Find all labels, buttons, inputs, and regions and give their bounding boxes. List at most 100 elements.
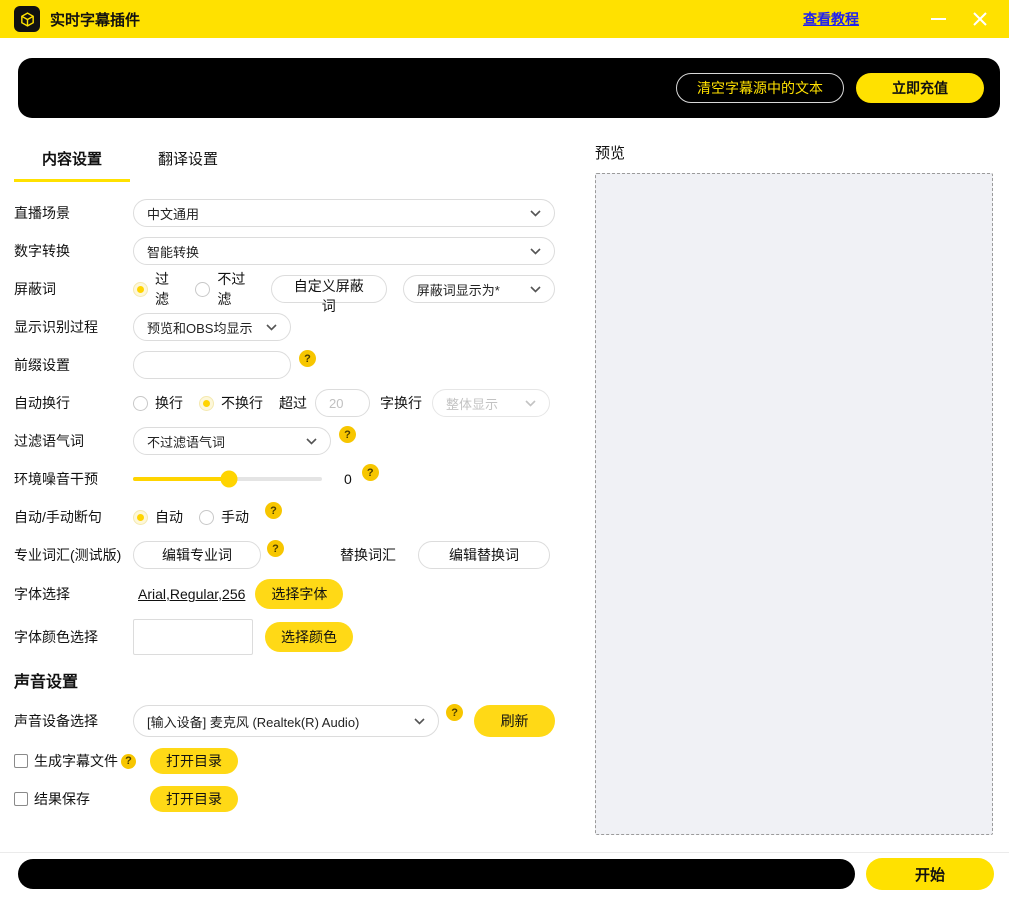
pro-vocab-help-icon[interactable] [267, 540, 284, 557]
choose-font-button[interactable]: 选择字体 [255, 579, 343, 609]
minimize-button[interactable] [923, 4, 953, 34]
blocked-display-as-value: 屏蔽词显示为* [417, 280, 500, 299]
preview-column: 预览 [595, 118, 995, 852]
noise-slider-fill [133, 477, 229, 481]
preview-heading: 预览 [595, 142, 995, 163]
sound-settings-heading: 声音设置 [14, 668, 555, 692]
pro-vocab-row: 专业词汇(测试版) 编辑专业词 替换词汇 编辑替换词 [14, 540, 555, 570]
blocked-no-filter-radio[interactable]: 不过滤 [195, 269, 254, 309]
punctuation-row: 自动/手动断句 自动 手动 [14, 502, 555, 532]
edit-pro-vocab-button[interactable]: 编辑专业词 [133, 541, 261, 569]
result-save-checkbox[interactable] [14, 792, 28, 806]
show-process-row: 显示识别过程 预览和OBS均显示 [14, 312, 555, 342]
radio-checked-icon [133, 510, 148, 525]
noise-value: 0 [344, 471, 352, 487]
app-window: 实时字幕插件 查看教程 清空字幕源中的文本 立即充值 内容设置 翻译设置 直播场… [0, 0, 1009, 903]
tab-translation-settings[interactable]: 翻译设置 [130, 142, 246, 182]
filler-words-help-icon[interactable] [339, 426, 356, 443]
prefix-help-icon[interactable] [299, 350, 316, 367]
auto-wrap-row: 自动换行 换行 不换行 超过 字换行 整体显示 [14, 388, 555, 418]
open-subtitle-dir-button[interactable]: 打开目录 [150, 748, 238, 774]
filler-words-value: 不过滤语气词 [147, 432, 225, 451]
manual-punctuation-radio[interactable]: 手动 [199, 507, 249, 527]
subtitle-file-check-group: 生成字幕文件 [14, 751, 136, 771]
sound-device-help-icon[interactable] [446, 704, 463, 721]
no-wrap-radio[interactable]: 不换行 [199, 393, 263, 413]
pro-vocab-label: 专业词汇(测试版) [14, 545, 133, 565]
tab-content-settings[interactable]: 内容设置 [14, 142, 130, 182]
punctuation-label: 自动/手动断句 [14, 507, 133, 527]
live-scene-value: 中文通用 [147, 204, 199, 223]
font-color-row: 字体颜色选择 选择颜色 [14, 618, 555, 656]
blocked-words-row: 屏蔽词 过滤 不过滤 自定义屏蔽词 屏蔽词显示为* [14, 274, 555, 304]
show-process-value: 预览和OBS均显示 [147, 318, 252, 337]
radio-unchecked-icon [133, 396, 148, 411]
recharge-button[interactable]: 立即充值 [856, 73, 984, 103]
close-icon [973, 12, 987, 26]
clear-subtitle-source-button[interactable]: 清空字幕源中的文本 [676, 73, 844, 103]
punctuation-help-icon[interactable] [265, 502, 282, 519]
status-display-pill [18, 859, 855, 889]
refresh-devices-button[interactable]: 刷新 [474, 705, 555, 737]
chevron-down-icon [530, 248, 541, 255]
font-select-row: 字体选择 Arial,Regular,256 选择字体 [14, 578, 555, 610]
chevron-down-icon [530, 286, 541, 293]
start-button[interactable]: 开始 [866, 858, 994, 890]
choose-color-button[interactable]: 选择颜色 [265, 622, 353, 652]
wrap-display-mode-value: 整体显示 [446, 394, 498, 413]
sound-device-label: 声音设备选择 [14, 711, 133, 731]
blocked-filter-radio[interactable]: 过滤 [133, 269, 179, 309]
wrap-radio[interactable]: 换行 [133, 393, 183, 413]
prefix-row: 前缀设置 [14, 350, 555, 380]
number-convert-label: 数字转换 [14, 241, 133, 261]
subtitle-file-checkbox[interactable] [14, 754, 28, 768]
wrap-display-mode-select[interactable]: 整体显示 [432, 389, 550, 417]
noise-label: 环境噪音干预 [14, 469, 133, 489]
preview-area [595, 173, 993, 835]
chevron-down-icon [525, 400, 536, 407]
radio-unchecked-icon [195, 282, 210, 297]
result-save-row: 结果保存 打开目录 [14, 784, 555, 814]
top-banner: 清空字幕源中的文本 立即充值 [18, 58, 1000, 118]
live-scene-select[interactable]: 中文通用 [133, 199, 555, 227]
sound-device-select[interactable]: [输入设备] 麦克风 (Realtek(R) Audio) [133, 705, 439, 737]
edit-replace-vocab-button[interactable]: 编辑替换词 [418, 541, 550, 569]
custom-blocked-words-button[interactable]: 自定义屏蔽词 [271, 275, 387, 303]
show-process-label: 显示识别过程 [14, 317, 133, 337]
subtitle-file-row: 生成字幕文件 打开目录 [14, 746, 555, 776]
radio-checked-icon [199, 396, 214, 411]
font-color-label: 字体颜色选择 [14, 627, 133, 647]
auto-wrap-label: 自动换行 [14, 393, 133, 413]
main-content: 内容设置 翻译设置 直播场景 中文通用 数字转换 智能转换 [0, 118, 1009, 852]
open-result-dir-button[interactable]: 打开目录 [150, 786, 238, 812]
sound-device-value: [输入设备] 麦克风 (Realtek(R) Audio) [147, 712, 359, 731]
current-font-link[interactable]: Arial,Regular,256 [138, 586, 245, 602]
number-convert-row: 数字转换 智能转换 [14, 236, 555, 266]
sound-device-row: 声音设备选择 [输入设备] 麦克风 (Realtek(R) Audio) 刷新 [14, 704, 555, 738]
number-convert-select[interactable]: 智能转换 [133, 237, 555, 265]
chars-wrap-label: 字换行 [380, 393, 422, 413]
view-tutorial-link[interactable]: 查看教程 [803, 9, 859, 29]
noise-slider[interactable] [133, 477, 322, 481]
number-convert-value: 智能转换 [147, 242, 199, 261]
filler-words-label: 过滤语气词 [14, 431, 133, 451]
blocked-display-as-select[interactable]: 屏蔽词显示为* [403, 275, 555, 303]
noise-slider-thumb[interactable] [221, 471, 238, 488]
auto-punctuation-radio[interactable]: 自动 [133, 507, 183, 527]
prefix-input[interactable] [133, 351, 291, 379]
font-color-input[interactable] [133, 619, 253, 655]
noise-help-icon[interactable] [362, 464, 379, 481]
filler-words-row: 过滤语气词 不过滤语气词 [14, 426, 555, 456]
minimize-icon [931, 18, 946, 20]
wrap-count-input[interactable] [315, 389, 370, 417]
close-button[interactable] [965, 4, 995, 34]
prefix-label: 前缀设置 [14, 355, 133, 375]
settings-tabs: 内容设置 翻译设置 [14, 142, 555, 182]
filler-words-select[interactable]: 不过滤语气词 [133, 427, 331, 455]
show-process-select[interactable]: 预览和OBS均显示 [133, 313, 291, 341]
chevron-down-icon [414, 718, 425, 725]
app-title: 实时字幕插件 [50, 9, 140, 30]
radio-checked-icon [133, 282, 148, 297]
subtitle-file-help-icon[interactable] [121, 754, 136, 769]
titlebar: 实时字幕插件 查看教程 [0, 0, 1009, 38]
